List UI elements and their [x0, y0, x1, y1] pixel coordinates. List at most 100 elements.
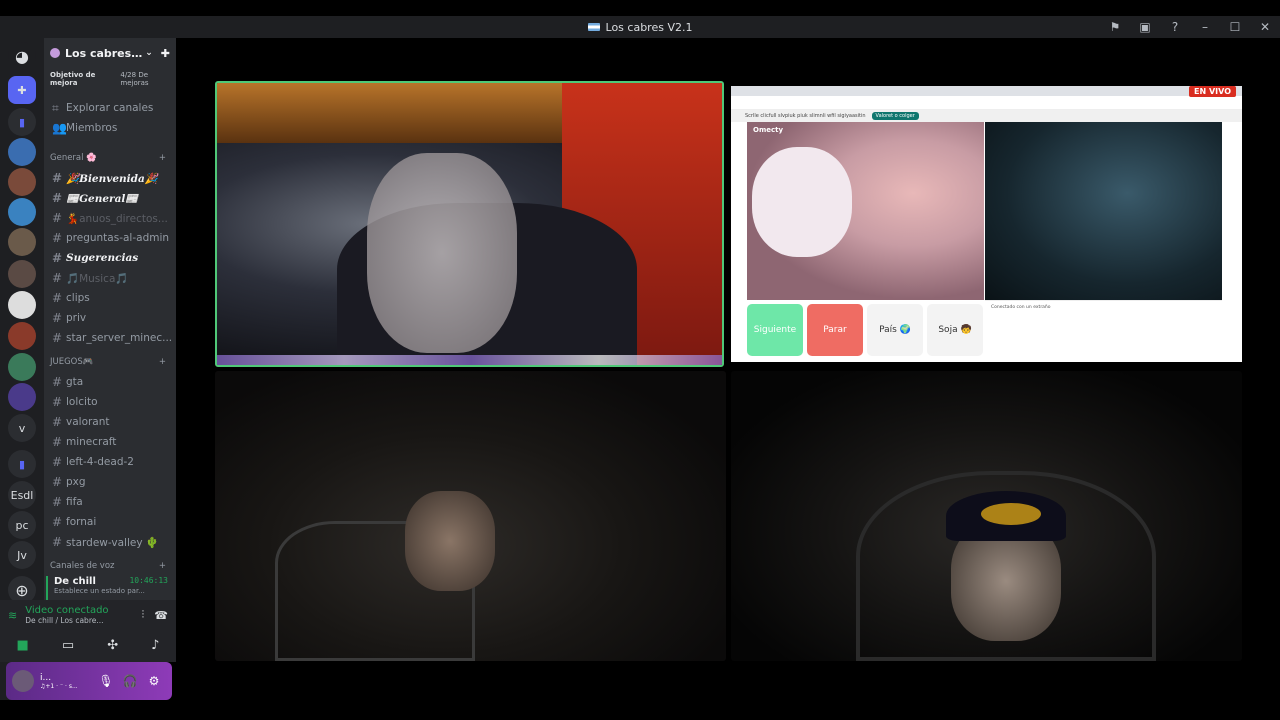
channel-priv[interactable]: # priv: [44, 308, 176, 328]
window-title: Los cabres V2.1: [605, 20, 693, 34]
server-pc[interactable]: pc: [8, 511, 36, 539]
browser-tabs: [731, 86, 1242, 96]
channel-hash-icon: #: [52, 455, 63, 469]
server-icon-7[interactable]: [8, 322, 36, 350]
disconnect-icon[interactable]: ☎: [154, 609, 168, 622]
channel-minecraft[interactable]: # minecraft: [44, 432, 176, 452]
boost-goal-count: 4/28 De mejoras: [120, 71, 149, 87]
server-icon-8[interactable]: [8, 353, 36, 381]
browser-banner: Scrlle clicfull slvpiuk piuk slimnli wfi…: [731, 110, 1242, 122]
avatar[interactable]: [12, 670, 34, 692]
channel-clips[interactable]: # clips: [44, 288, 176, 308]
category-juegos[interactable]: JUEGOS🎮 +: [44, 352, 176, 372]
inbox-flag-icon[interactable]: ⚑: [1100, 20, 1130, 34]
gear-icon[interactable]: ⚙: [142, 674, 166, 688]
window-titlebar: Los cabres V2.1 ⚑ ▣ ? – ☐ ✕: [0, 16, 1280, 38]
channel-general[interactable]: # 📰𝑮𝒆𝒏𝒆𝒓𝒂𝒍📰: [44, 188, 176, 208]
server-esdl[interactable]: Esdl: [8, 481, 36, 509]
stranger-camera: Omecty: [747, 122, 984, 300]
add-channel-icon[interactable]: +: [159, 357, 166, 367]
browser-address-bar: [731, 96, 1242, 110]
close-icon[interactable]: ✕: [1250, 20, 1280, 34]
channel-hash-icon: #: [52, 535, 63, 549]
channel-fornai[interactable]: # fornai: [44, 512, 176, 532]
channel-hash-icon: #: [52, 435, 63, 449]
server-jv[interactable]: Jv: [8, 541, 36, 569]
category-voz[interactable]: Canales de voz +: [44, 556, 176, 576]
window-controls: ⚑ ▣ ? – ☐ ✕: [1100, 16, 1280, 38]
channel-pxg[interactable]: # pxg: [44, 472, 176, 492]
chat-panel[interactable]: Conectado con un extraño: [985, 300, 1222, 360]
help-icon[interactable]: ?: [1160, 20, 1190, 34]
video-tile-3[interactable]: [215, 371, 726, 661]
banner-button[interactable]: Valoret o colger: [871, 112, 919, 120]
stop-button[interactable]: Parar: [807, 304, 863, 356]
channel-sugerencias[interactable]: # 𝑺𝒖𝒈𝒆𝒓𝒆𝒏𝒄𝒊𝒂𝒔: [44, 248, 176, 268]
country-button[interactable]: País 🌍: [867, 304, 923, 356]
channel-fifa[interactable]: # fifa: [44, 492, 176, 512]
channel-star[interactable]: # star_server_minec...: [44, 328, 176, 348]
chevron-down-icon: ⌄: [145, 48, 153, 58]
activities-icon[interactable]: ✣: [107, 638, 118, 653]
server-icon-3[interactable]: [8, 198, 36, 226]
add-channel-icon[interactable]: +: [159, 561, 166, 571]
microphone-icon[interactable]: 🎙: [94, 674, 118, 688]
video-tile-4[interactable]: [731, 371, 1242, 661]
channel-bienvenida[interactable]: # 🎉𝑩𝒊𝒆𝒏𝒗𝒆𝒏𝒊𝒅𝒂🎉: [44, 168, 176, 188]
live-badge: EN VIVO: [1189, 86, 1236, 97]
screen-share-icon[interactable]: ▭: [62, 638, 74, 653]
participant-figure: [367, 153, 517, 353]
category-general[interactable]: General 🌸 +: [44, 148, 176, 168]
camera-icon[interactable]: ■: [17, 638, 29, 653]
channel-hash-icon: #: [52, 375, 63, 389]
voice-connected-panel: ≋ Video conectado De chill / Los cabre..…: [0, 600, 176, 662]
boost-goal[interactable]: Objetivo de mejora 4/28 De mejoras: [50, 68, 170, 90]
noise-suppression-icon[interactable]: ⫶: [142, 608, 145, 622]
channel-hash-icon: #: [52, 331, 63, 345]
channel-stardew[interactable]: # stardew-valley 🌵: [44, 532, 176, 552]
add-server-icon[interactable]: ✚: [8, 76, 36, 104]
channel-musica[interactable]: # 🎵Musica🎵: [44, 268, 176, 288]
server-header[interactable]: Los cabres… ⌄ ✚: [44, 38, 176, 68]
members[interactable]: 👥 Miembros: [44, 118, 176, 138]
server-icon-2[interactable]: [8, 168, 36, 196]
discord-home-icon[interactable]: ◕: [8, 42, 36, 70]
led-strip: [217, 355, 722, 365]
server-v[interactable]: v: [8, 414, 36, 442]
server-icon-1[interactable]: [8, 138, 36, 166]
banner-text: Scrlle clicfull slvpiuk piuk slimnli wfi…: [745, 113, 866, 119]
next-button[interactable]: Siguiente: [747, 304, 803, 356]
invite-people-icon[interactable]: ✚: [161, 47, 170, 60]
server-icon-4[interactable]: [8, 228, 36, 256]
user-status: ♫+1 · ⁻ · s...: [40, 682, 78, 690]
video-tile-speaking[interactable]: [215, 81, 724, 367]
folder-icon[interactable]: ▮: [8, 108, 36, 136]
explore-channels[interactable]: ⌗ Explorar canales: [44, 98, 176, 118]
maximize-icon[interactable]: ☐: [1220, 20, 1250, 34]
server-badge-icon: [50, 48, 60, 58]
server-icon-9[interactable]: [8, 383, 36, 411]
channel-l4d2[interactable]: # left-4-dead-2: [44, 452, 176, 472]
server-icon-5[interactable]: [8, 260, 36, 288]
headphones-icon[interactable]: 🎧: [118, 674, 142, 688]
channel-hash-icon: #: [52, 291, 63, 305]
screen-icon[interactable]: ▣: [1130, 20, 1160, 34]
folder-icon-2[interactable]: ▮: [8, 450, 36, 478]
voice-status: Video conectado: [25, 605, 109, 616]
channel-gta[interactable]: # gta: [44, 372, 176, 392]
minimize-icon[interactable]: –: [1190, 20, 1220, 34]
server-icon-6[interactable]: [8, 291, 36, 319]
chat-message: Conectado con un extraño: [991, 305, 1051, 310]
channel-hash-icon: #: [52, 495, 63, 509]
channel-hash-icon: #: [52, 415, 63, 429]
channel-anuncios[interactable]: # 💃anuos_directos...: [44, 208, 176, 228]
channel-valorant[interactable]: # valorant: [44, 412, 176, 432]
channel-preguntas[interactable]: # preguntas-al-admin: [44, 228, 176, 248]
channel-sidebar: Los cabres… ⌄ ✚ Objetivo de mejora 4/28 …: [44, 38, 176, 662]
server-name: Los cabres…: [65, 46, 143, 60]
channel-lolcito[interactable]: # lolcito: [44, 392, 176, 412]
soundboard-icon[interactable]: ♪: [151, 638, 159, 653]
gender-button[interactable]: Soja 🧒: [927, 304, 983, 356]
add-channel-icon[interactable]: +: [159, 153, 166, 163]
screen-share-tile[interactable]: Scrlle clicfull slvpiuk piuk slimnli wfi…: [731, 86, 1242, 362]
